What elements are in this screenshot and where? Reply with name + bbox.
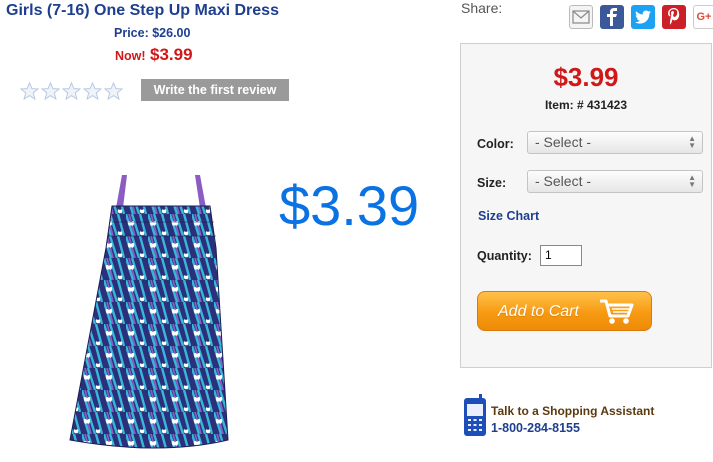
star-icon: [41, 82, 60, 101]
cart-icon: [600, 299, 634, 324]
google-plus-icon[interactable]: G+: [693, 5, 713, 29]
write-review-button[interactable]: Write the first review: [141, 79, 289, 101]
star-icon: [104, 82, 123, 101]
now-label: Now!: [115, 49, 146, 63]
now-price: $3.99: [150, 45, 193, 64]
sale-price: Now! $3.99: [115, 45, 193, 65]
color-select[interactable]: - Select - ▲ ▼: [527, 131, 703, 154]
add-to-cart-label: Add to Cart: [498, 303, 579, 320]
select-arrows-icon: ▲ ▼: [688, 134, 696, 150]
star-icon: [83, 82, 102, 101]
email-icon[interactable]: [569, 5, 593, 29]
star-icon: [62, 82, 81, 101]
original-price: Price: $26.00: [114, 26, 191, 40]
pinterest-icon[interactable]: [662, 5, 686, 29]
facebook-icon[interactable]: [600, 5, 624, 29]
star-rating: [20, 82, 123, 101]
panel-price: $3.99: [553, 62, 619, 92]
product-image[interactable]: [60, 170, 260, 460]
assistant-phone[interactable]: 1-800-284-8155: [491, 421, 580, 435]
share-label: Share:: [461, 0, 503, 16]
color-select-value: - Select -: [535, 134, 592, 150]
add-to-cart-button[interactable]: Add to Cart: [477, 291, 652, 331]
size-select-value: - Select -: [535, 173, 592, 189]
select-arrows-icon: ▲ ▼: [688, 173, 696, 189]
quantity-label: Quantity:: [477, 249, 532, 263]
share-icons: G+: [569, 5, 713, 29]
item-number: Item: # 431423: [544, 98, 628, 112]
size-chart-link[interactable]: Size Chart: [478, 209, 539, 223]
star-icon: [20, 82, 39, 101]
shopping-assistant-link[interactable]: Talk to a Shopping Assistant: [491, 404, 654, 418]
quantity-input[interactable]: 1: [540, 245, 582, 266]
twitter-icon[interactable]: [631, 5, 655, 29]
phone-icon: [464, 394, 486, 436]
color-label: Color:: [477, 137, 514, 151]
overlay-price: $3.39: [279, 174, 420, 237]
size-select[interactable]: - Select - ▲ ▼: [527, 170, 703, 193]
size-label: Size:: [477, 176, 507, 190]
product-title: Girls (7-16) One Step Up Maxi Dress: [6, 2, 279, 19]
